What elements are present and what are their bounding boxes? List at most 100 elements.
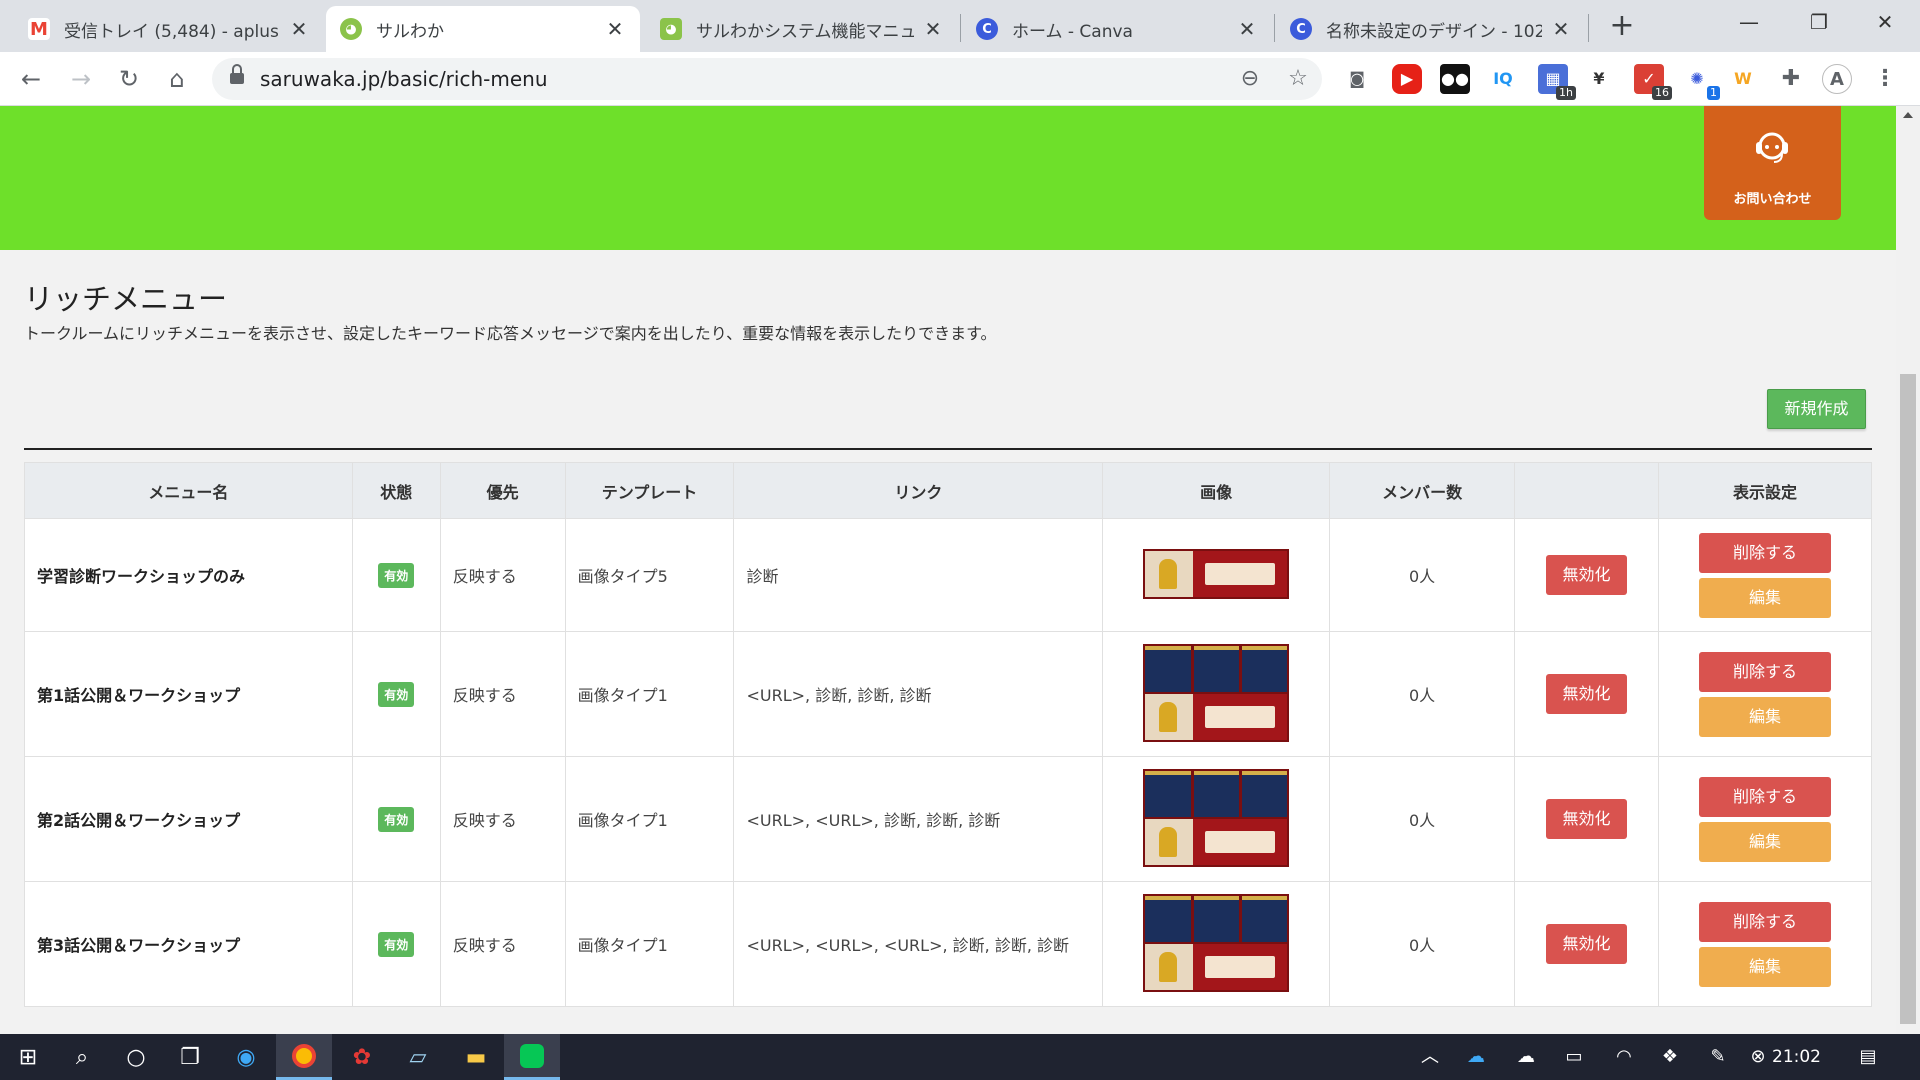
search-icon[interactable]: ⌕ [54, 1034, 110, 1080]
windows-start-icon[interactable]: ⊞ [0, 1034, 56, 1080]
notepad-icon[interactable]: ▱ [390, 1034, 446, 1080]
delete-button[interactable]: 削除する [1698, 651, 1831, 692]
reload-button[interactable]: ↻ [110, 60, 148, 98]
chrome-icon[interactable] [276, 1034, 332, 1080]
col-header-template: テンプレート [564, 462, 735, 519]
delete-button[interactable]: 削除する [1698, 901, 1831, 942]
back-button[interactable]: ← [12, 60, 50, 98]
link-cell: <URL>, <URL>, 診断, 診断, 診断 [733, 756, 1104, 882]
edit-button[interactable]: 編集 [1698, 577, 1831, 618]
yen-extension-icon[interactable]: ¥ [1584, 64, 1614, 94]
create-new-button[interactable]: 新規作成 [1767, 389, 1866, 429]
minimize-button[interactable]: — [1714, 0, 1784, 44]
delete-button[interactable]: 削除する [1698, 776, 1831, 817]
rich-menu-thumbnail [1143, 769, 1290, 867]
tab-saruwaka[interactable]: ◕ サルわか ✕ [326, 6, 640, 52]
members-cell: 0人 [1329, 518, 1516, 632]
dropbox-icon[interactable]: ❖ [1650, 1034, 1690, 1080]
task-view-icon[interactable]: ❐ [162, 1034, 218, 1080]
tab-title: サルわか [376, 21, 444, 42]
address-bar[interactable]: saruwaka.jp/basic/rich-menu ⊖ ☆ [212, 58, 1322, 100]
youtube-extension-icon[interactable]: ▶ [1392, 64, 1422, 94]
todo-extension-icon[interactable]: ✓ 16 [1634, 64, 1672, 100]
zoom-icon[interactable]: ⊖ [1236, 65, 1264, 93]
home-button[interactable]: ⌂ [158, 60, 196, 98]
table-row: 第2話公開＆ワークショップ 有効 反映する 画像タイプ1 <URL>, <URL… [24, 756, 1873, 882]
new-tab-button[interactable]: + [1604, 8, 1640, 44]
tab-canva-home[interactable]: C ホーム - Canva ✕ [962, 6, 1272, 52]
scroll-up-arrow-icon[interactable] [1903, 112, 1913, 118]
tab-gmail[interactable]: M 受信トレイ (5,484) - aplus1en ✕ [14, 6, 324, 52]
close-tab-icon[interactable]: ✕ [604, 17, 626, 41]
close-tab-icon[interactable]: ✕ [288, 17, 310, 41]
w-extension-icon[interactable]: W [1728, 64, 1758, 94]
rich-menu-table: メニュー名 状態 優先 テンプレート リンク 画像 メンバー数 表示設定 学習診… [24, 462, 1873, 1007]
status-badge: 有効 [378, 931, 415, 957]
dots-extension-icon[interactable]: ●● [1440, 64, 1470, 94]
tab-separator [1274, 14, 1275, 42]
pen-icon[interactable]: ✎ [1698, 1034, 1738, 1080]
tab-saruwaka-manual[interactable]: ◕ サルわかシステム機能マニュアル ✕ [646, 6, 958, 52]
app-extension-icon[interactable]: ✺ 1 [1682, 64, 1720, 100]
site-header [0, 106, 1896, 250]
forward-button[interactable]: → [62, 60, 100, 98]
table-row: 第3話公開＆ワークショップ 有効 反映する 画像タイプ1 <URL>, <URL… [24, 881, 1873, 1007]
canva-icon: C [1290, 18, 1312, 40]
windows-taskbar: ⊞ ⌕ ○ ❐ ◉ ✿ ▱ ▬ ︿ ☁ ☁ ▭ ◠ ❖ ✎ ⊗ 21:02 ▤ [0, 1034, 1920, 1080]
edge-icon[interactable]: ◉ [218, 1034, 274, 1080]
profile-avatar[interactable]: A [1822, 64, 1852, 94]
menu-name: 第3話公開＆ワークショップ [24, 881, 353, 1007]
disable-button[interactable]: 無効化 [1545, 674, 1627, 714]
close-tab-icon[interactable]: ✕ [922, 17, 944, 41]
actions-cell: 削除する 編集 [1657, 756, 1873, 882]
cloud-icon[interactable]: ☁ [1506, 1034, 1546, 1080]
edit-button[interactable]: 編集 [1698, 696, 1831, 737]
status-cell: 有効 [351, 756, 441, 882]
menu-kebab-icon[interactable]: ⋮ [1870, 64, 1900, 94]
disable-button[interactable]: 無効化 [1545, 555, 1627, 595]
disable-button[interactable]: 無効化 [1545, 799, 1627, 839]
page-content: お問い合わせ リッチメニュー トークルームにリッチメニューを表示させ、設定したキ… [0, 106, 1896, 1034]
edit-button[interactable]: 編集 [1698, 821, 1831, 862]
clock[interactable]: 21:02 [1772, 1034, 1821, 1080]
show-hidden-icons-icon[interactable]: ︿ [1410, 1034, 1450, 1080]
url-text[interactable]: saruwaka.jp/basic/rich-menu [260, 58, 548, 100]
table-row: 学習診断ワークショップのみ 有効 反映する 画像タイプ5 診断 0人 無効化 削… [24, 518, 1873, 632]
template-cell: 画像タイプ1 [564, 756, 735, 882]
status-badge: 有効 [378, 562, 415, 588]
page-scrollbar[interactable] [1896, 106, 1920, 1034]
maximize-button[interactable]: ❐ [1784, 0, 1854, 44]
app-flower-icon[interactable]: ✿ [334, 1034, 390, 1080]
menu-name: 第1話公開＆ワークショップ [24, 631, 353, 757]
members-cell: 0人 [1329, 881, 1516, 1007]
lock-icon[interactable] [230, 64, 244, 86]
template-cell: 画像タイプ5 [564, 518, 735, 632]
edit-button[interactable]: 編集 [1698, 946, 1831, 987]
battery-icon[interactable]: ▭ [1554, 1034, 1594, 1080]
delete-button[interactable]: 削除する [1698, 532, 1831, 573]
notifications-icon[interactable]: ▤ [1848, 1034, 1888, 1080]
bookmark-star-icon[interactable]: ☆ [1284, 65, 1312, 93]
screenshot-extension-icon[interactable]: ◙ [1342, 64, 1372, 94]
disable-button[interactable]: 無効化 [1545, 924, 1627, 964]
cortana-icon[interactable]: ○ [108, 1034, 164, 1080]
close-tab-icon[interactable]: ✕ [1236, 17, 1258, 41]
image-cell [1102, 756, 1331, 882]
contact-button[interactable]: お問い合わせ [1704, 106, 1841, 220]
close-window-button[interactable]: ✕ [1850, 0, 1920, 44]
iq-extension-icon[interactable]: IQ [1488, 64, 1518, 94]
calendar-extension-icon[interactable]: ▦ 1h [1538, 64, 1576, 100]
contact-label: お問い合わせ [1733, 192, 1812, 207]
scrollbar-thumb[interactable] [1900, 374, 1916, 1024]
file-explorer-icon[interactable]: ▬ [448, 1034, 504, 1080]
saruwaka-manual-icon: ◕ [660, 18, 682, 40]
rich-menu-thumbnail [1143, 644, 1290, 742]
line-app-icon[interactable] [504, 1034, 560, 1080]
extensions-puzzle-icon[interactable]: ✚ [1776, 64, 1806, 94]
tab-canva-design[interactable]: C 名称未設定のデザイン - 1024 ✕ [1276, 6, 1586, 52]
toggle-cell: 無効化 [1514, 881, 1659, 1007]
wifi-icon[interactable]: ◠ [1604, 1034, 1644, 1080]
close-tab-icon[interactable]: ✕ [1550, 17, 1572, 41]
onedrive-icon[interactable]: ☁ [1456, 1034, 1496, 1080]
toggle-cell: 無効化 [1514, 631, 1659, 757]
